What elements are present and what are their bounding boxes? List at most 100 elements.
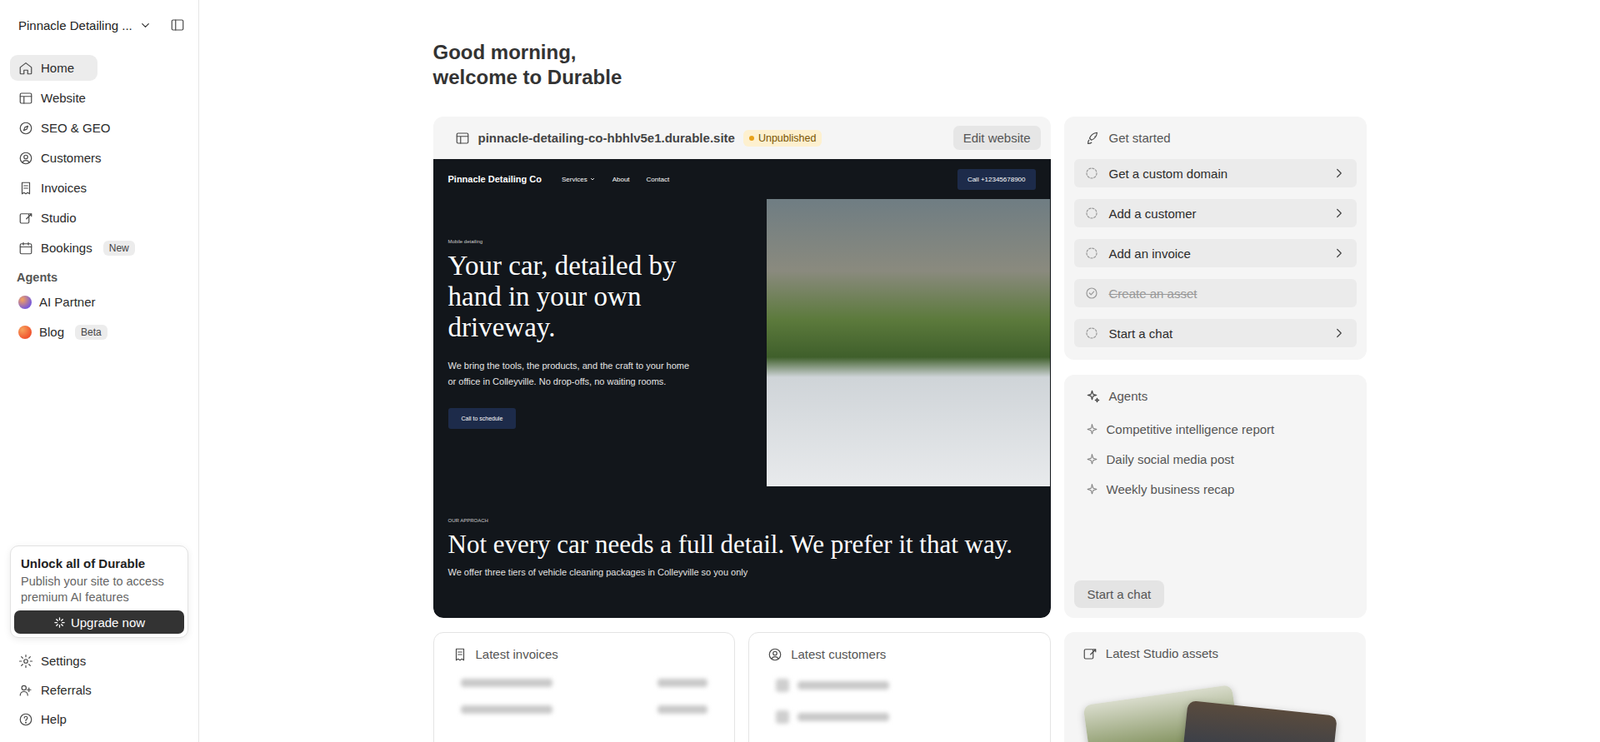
latest-card[interactable]: Latest invoices <box>433 632 736 742</box>
latest-title: Latest Studio assets <box>1082 642 1349 665</box>
preview-nav: Pinnacle Detailing CoServices About Cont… <box>448 159 1036 200</box>
dashed-circle-icon <box>1084 165 1100 181</box>
content: Good morning,welcome to Durablepinnacle-… <box>433 0 1367 742</box>
preview-nav-link: Services <box>561 175 596 184</box>
footer-label: Referrals <box>40 683 92 698</box>
get-started-label: Create an asset <box>1109 286 1347 301</box>
workspace-switcher[interactable]: Pinnacle Detailing ... <box>18 18 170 33</box>
placeholder-row <box>452 679 717 688</box>
get-started-item[interactable]: Get a custom domain <box>1074 159 1357 188</box>
sidebar-item[interactable]: Studio <box>10 205 100 231</box>
latest-icon <box>452 647 468 663</box>
preview-call-button: Call +12345678900 <box>957 169 1036 190</box>
nav-icon <box>18 180 34 196</box>
sparkle-icon <box>1085 423 1099 436</box>
get-started-label: Start a chat <box>1109 326 1322 341</box>
footer-icon <box>18 712 34 728</box>
asset-thumbnail <box>1177 700 1338 742</box>
chevron-down-icon <box>139 19 152 32</box>
footer-label: Help <box>40 712 67 727</box>
nav-icon <box>18 240 34 256</box>
agent-item[interactable]: AI Partner <box>10 289 120 315</box>
preview-hero-image <box>766 199 1050 487</box>
agents-card-title: Agents <box>1074 385 1357 408</box>
main: Good morning,welcome to Durablepinnacle-… <box>199 0 1600 742</box>
agent-avatar-icon <box>18 295 32 310</box>
top-grid: pinnacle-detailing-co-hbhlv5e1.durable.s… <box>433 116 1367 619</box>
agent-label: AI Partner <box>39 295 96 310</box>
upgrade-button[interactable]: Upgrade now <box>14 610 185 635</box>
chevron-right-icon <box>1331 165 1347 181</box>
preview-body: We bring the tools, the products, and th… <box>448 358 690 390</box>
footer-item[interactable]: Help <box>10 706 90 733</box>
sidebar-item[interactable]: Website <box>10 85 110 111</box>
nav-label: Bookings <box>40 240 93 255</box>
status-dot <box>749 135 755 141</box>
sidebar-item[interactable]: Bookings New <box>10 235 159 261</box>
agent-link[interactable]: Competitive intelligence report <box>1085 419 1357 440</box>
agent-link[interactable]: Daily social media post <box>1085 449 1357 470</box>
website-card: pinnacle-detailing-co-hbhlv5e1.durable.s… <box>433 116 1051 619</box>
upgrade-text: Publish your site to access premium AI f… <box>14 570 185 611</box>
get-started-label: Add an invoice <box>1109 246 1322 261</box>
latest-icon <box>767 647 783 663</box>
nav-label: Invoices <box>40 180 87 195</box>
latest-icon <box>1082 646 1098 662</box>
agents-list: Competitive intelligence report Daily soc… <box>1074 419 1357 500</box>
preview-section-headline: Not every car needs a full detail. We pr… <box>448 530 1032 560</box>
chevron-right-icon <box>1331 325 1347 341</box>
placeholder-bar <box>797 681 890 690</box>
agent-badge: Beta <box>75 325 108 340</box>
placeholder-row <box>767 710 1032 725</box>
start-chat-button[interactable]: Start a chat <box>1074 580 1165 609</box>
sidebar-item[interactable]: SEO & GEO <box>10 115 134 141</box>
chevron-right-icon <box>1331 245 1347 261</box>
upgrade-title: Unlock all of Durable <box>14 556 185 571</box>
get-started-label: Get a custom domain <box>1109 166 1322 181</box>
footer-nav: Settings Referrals Help <box>10 648 189 733</box>
agent-item[interactable]: Blog Beta <box>10 319 131 345</box>
nav-icon <box>18 150 34 166</box>
website-card-header: pinnacle-detailing-co-hbhlv5e1.durable.s… <box>433 116 1051 160</box>
rocket-icon <box>1085 130 1101 146</box>
website-preview[interactable]: Pinnacle Detailing CoServices About Cont… <box>433 159 1051 619</box>
latest-card[interactable]: Latest customers <box>748 632 1051 742</box>
agent-link[interactable]: Weekly business recap <box>1085 479 1357 500</box>
workspace-name: Pinnacle Detailing ... <box>18 18 133 33</box>
get-started-item[interactable]: Add an invoice <box>1074 239 1357 268</box>
preview-nav-link: About <box>612 175 630 184</box>
agent-label: Blog <box>39 325 65 340</box>
sidebar-toggle-icon[interactable] <box>170 17 185 33</box>
agent-avatar-icon <box>18 325 32 340</box>
nav-icon <box>18 210 34 226</box>
get-started-item: Create an asset <box>1074 279 1357 308</box>
placeholder-bar <box>797 713 890 722</box>
nav-badge: New <box>103 240 135 256</box>
check-circle-icon <box>1084 285 1100 301</box>
edit-website-button[interactable]: Edit website <box>953 125 1041 150</box>
sparkle-icon <box>53 616 66 630</box>
website-icon <box>455 130 470 146</box>
footer-item[interactable]: Settings <box>10 648 110 675</box>
get-started-item[interactable]: Start a chat <box>1074 319 1357 348</box>
preview-nav-link: Contact <box>646 175 670 184</box>
greeting-line: Good morning, <box>433 40 1367 65</box>
placeholder-list <box>767 679 1032 725</box>
placeholder-avatar <box>775 679 790 693</box>
placeholder-row <box>767 679 1032 693</box>
site-url[interactable]: pinnacle-detailing-co-hbhlv5e1.durable.s… <box>478 130 735 145</box>
sidebar-item[interactable]: Home <box>10 55 98 81</box>
nav-label: SEO & GEO <box>40 120 110 135</box>
sidebar-item[interactable]: Invoices <box>10 175 110 201</box>
sidebar-item[interactable]: Customers <box>10 145 125 171</box>
upgrade-card: Unlock all of DurablePublish your site t… <box>10 545 189 639</box>
upgrade-button-label: Upgrade now <box>70 615 145 630</box>
preview-section: OUR APPROACHNot every car needs a full d… <box>448 486 1036 581</box>
latest-card[interactable]: Latest Studio assets <box>1064 632 1367 742</box>
get-started-item[interactable]: Add a customer <box>1074 199 1357 228</box>
sparkle-icon <box>1085 389 1101 405</box>
placeholder-list <box>452 679 717 715</box>
footer-item[interactable]: Referrals <box>10 677 115 704</box>
sparkle-icon <box>1085 453 1099 466</box>
dashed-circle-icon <box>1084 325 1100 341</box>
